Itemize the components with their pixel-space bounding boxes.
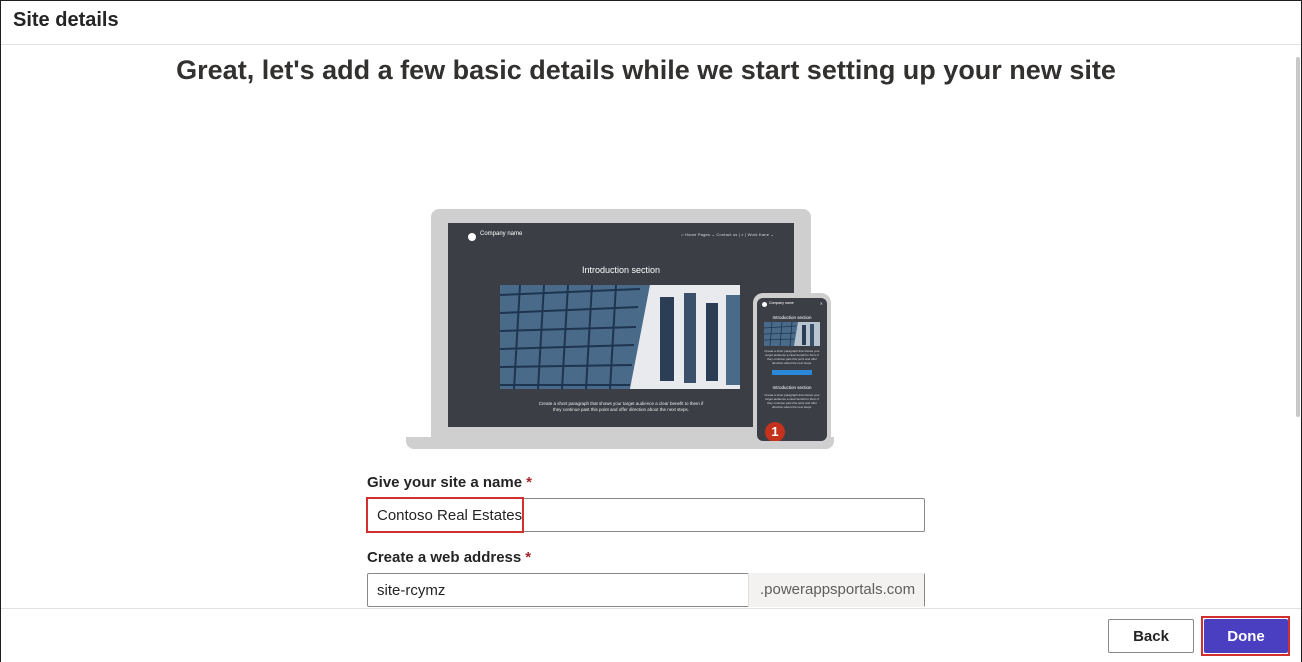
phone-company-name: Company name	[769, 301, 794, 305]
phone-close-icon: ✕	[819, 301, 823, 306]
content-area[interactable]: Great, let's add a few basic details whi…	[1, 45, 1301, 608]
done-button[interactable]: Done	[1204, 619, 1288, 653]
site-details-dialog: Site details Great, let's add a few basi…	[0, 0, 1302, 662]
preview-intro-title: Introduction section	[581, 265, 661, 275]
phone-cta-button	[772, 370, 812, 375]
scrollbar-thumb[interactable]	[1296, 57, 1300, 417]
phone-text-1: Create a short paragraph that shows your…	[764, 349, 820, 365]
phone-building-image	[764, 322, 820, 346]
site-name-label-text: Give your site a name	[367, 474, 523, 491]
dialog-footer: Back Done	[1, 608, 1301, 662]
web-address-label-text: Create a web address	[367, 549, 522, 566]
web-address-label: Create a web address *	[367, 549, 531, 566]
preview-company-name: Company name	[480, 231, 523, 237]
phone-intro-title: Introduction section	[772, 315, 812, 320]
scrollbar[interactable]	[1295, 45, 1301, 608]
dialog-title: Site details	[13, 9, 119, 31]
laptop-screen: Company name ⌂ Home Pages ⌄ Contact us |…	[448, 223, 794, 427]
site-name-label: Give your site a name *	[367, 474, 532, 491]
required-marker: *	[525, 549, 532, 566]
phone-text-2: Create a short paragraph that shows your…	[764, 393, 820, 409]
building-image	[500, 285, 740, 389]
phone-company-logo-icon	[762, 302, 767, 307]
back-button[interactable]: Back	[1108, 619, 1194, 653]
dialog-header: Site details	[1, 1, 1301, 45]
preview-nav: ⌂ Home Pages ⌄ Contact us | ⌕ | Work Kan…	[681, 232, 774, 237]
company-logo-icon	[468, 233, 476, 241]
phone-screen: Company name ✕ Introduction section Crea…	[757, 298, 827, 441]
required-marker: *	[526, 474, 532, 491]
phone-intro-title-2: Introduction section	[772, 385, 812, 390]
web-address-suffix: .powerappsportals.com	[748, 573, 924, 607]
step-badge: 1	[765, 422, 785, 441]
site-name-input[interactable]	[367, 498, 925, 532]
preview-caption: Create a short paragraph that shows your…	[538, 401, 704, 412]
page-headline: Great, let's add a few basic details whi…	[176, 55, 1116, 85]
